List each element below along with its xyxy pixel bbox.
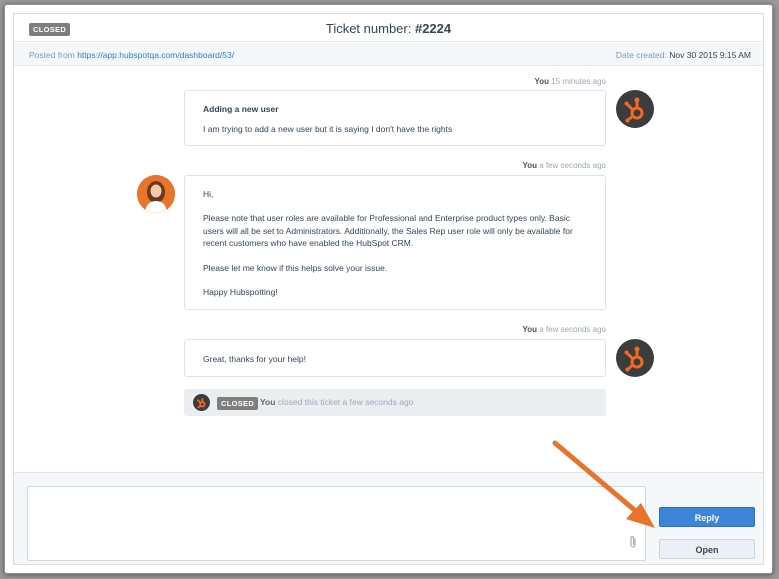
ticket-window: CLOSED Ticket number: #2224 Posted from … [4, 4, 773, 574]
message-body: Please let me know if this helps solve y… [203, 262, 388, 273]
message-signoff: Happy Hubspotting! [203, 287, 278, 298]
page-title: Ticket number: #2224 [14, 21, 763, 36]
message-body: Please note that user roles are availabl… [203, 213, 573, 249]
message-time: 15 minutes ago [549, 77, 606, 86]
closed-event-description: closed this ticket a few seconds ago [275, 397, 414, 407]
message-body: I am trying to add a new user but it is … [203, 124, 453, 135]
ticket-meta-bar: Posted from https://app.hubspotqa.com/da… [14, 43, 763, 66]
reply-textarea[interactable] [27, 486, 646, 561]
message-author: You [522, 161, 538, 170]
closed-badge: CLOSED [217, 397, 259, 410]
closed-event-actor: You [260, 397, 276, 407]
ticket-title-label: Ticket number: [325, 21, 415, 36]
ticket-header: CLOSED Ticket number: #2224 [14, 14, 763, 42]
closed-event: CLOSED You closed this ticket a few seco… [184, 389, 606, 416]
message-bubble: Hi, Please note that user roles are avai… [184, 175, 606, 310]
posted-from-label: Posted from [29, 50, 78, 60]
message-time: a few seconds ago [537, 161, 606, 170]
agent-avatar [137, 175, 175, 213]
message-bubble: Adding a new user I am trying to add a n… [184, 90, 606, 146]
ticket-panel: CLOSED Ticket number: #2224 Posted from … [13, 13, 764, 565]
message-subject: Adding a new user [203, 104, 279, 114]
message-greeting: Hi, [203, 189, 214, 199]
date-created: Date created: Nov 30 2015 9:15 AM [616, 50, 751, 60]
reply-button[interactable]: Reply [659, 507, 755, 527]
posted-from: Posted from https://app.hubspotqa.com/da… [29, 50, 234, 60]
posted-from-link[interactable]: https://app.hubspotqa.com/dashboard/53/ [77, 50, 234, 60]
closed-event-text: You closed this ticket a few seconds ago [260, 397, 413, 407]
message-timestamp: You 15 minutes ago [434, 77, 606, 86]
message-timestamp: You a few seconds ago [434, 161, 606, 170]
paperclip-icon[interactable] [629, 535, 637, 554]
open-button[interactable]: Open [659, 539, 755, 559]
reply-composer: Reply Open [14, 472, 763, 564]
message-time: a few seconds ago [537, 325, 606, 334]
message-author: You [534, 77, 550, 86]
message-body: Great, thanks for your help! [203, 354, 306, 364]
hubspot-sprocket-icon [616, 339, 654, 377]
ticket-number: #2224 [414, 21, 452, 36]
date-created-label: Date created: [615, 50, 670, 60]
message-bubble: Great, thanks for your help! [184, 339, 606, 377]
message-author: You [522, 325, 538, 334]
message-timestamp: You a few seconds ago [434, 325, 606, 334]
date-created-value: Nov 30 2015 9:15 AM [669, 50, 751, 60]
hubspot-sprocket-icon [616, 90, 654, 128]
hubspot-sprocket-icon [193, 394, 210, 411]
